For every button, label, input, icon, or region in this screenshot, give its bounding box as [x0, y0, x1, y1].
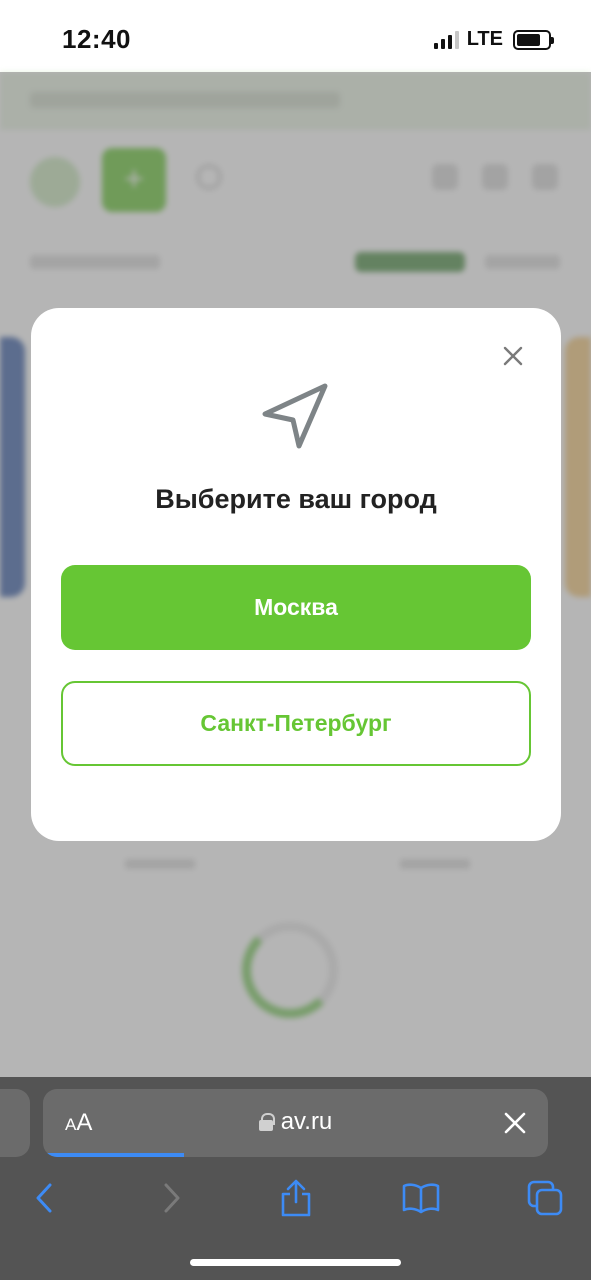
- cellular-signal-icon: [433, 30, 459, 49]
- modal-title: Выберите ваш город: [155, 484, 437, 514]
- safari-bottom-bar: AA av.ru: [0, 1077, 591, 1280]
- forward-button[interactable]: [147, 1173, 197, 1223]
- bookmarks-button[interactable]: [396, 1173, 446, 1223]
- safari-toolbar: [0, 1173, 591, 1223]
- tabs-icon: [527, 1180, 563, 1216]
- close-modal-button[interactable]: [497, 340, 529, 372]
- close-icon: [503, 346, 523, 366]
- chevron-right-icon: [164, 1183, 180, 1213]
- book-icon: [402, 1183, 440, 1214]
- chevron-left-icon: [36, 1183, 52, 1213]
- location-arrow-icon: [262, 383, 328, 449]
- url-text: av.ru: [280, 1108, 333, 1135]
- battery-icon: [513, 29, 554, 50]
- page-load-progress: [43, 1153, 185, 1157]
- status-bar: 12:40 LTE: [0, 0, 591, 72]
- home-indicator[interactable]: [190, 1259, 401, 1266]
- status-time: 12:40: [62, 24, 131, 54]
- address-bar[interactable]: AA av.ru: [43, 1089, 548, 1157]
- lock-icon: [258, 1113, 275, 1131]
- back-button[interactable]: [19, 1173, 69, 1223]
- previous-tab-preview[interactable]: [0, 1089, 30, 1157]
- share-icon: [281, 1179, 311, 1217]
- city-moscow-button[interactable]: Москва: [61, 565, 531, 650]
- tabs-button[interactable]: [520, 1173, 570, 1223]
- city-saint-petersburg-button[interactable]: Санкт-Петербург: [61, 681, 531, 766]
- share-button[interactable]: [271, 1173, 321, 1223]
- url-display[interactable]: av.ru: [43, 1108, 548, 1136]
- network-type: LTE: [466, 28, 503, 50]
- status-indicators: LTE: [433, 28, 554, 51]
- stop-loading-button[interactable]: [501, 1109, 529, 1137]
- city-select-modal: Выберите ваш город Москва Санкт-Петербур…: [31, 308, 561, 841]
- close-icon: [504, 1112, 526, 1134]
